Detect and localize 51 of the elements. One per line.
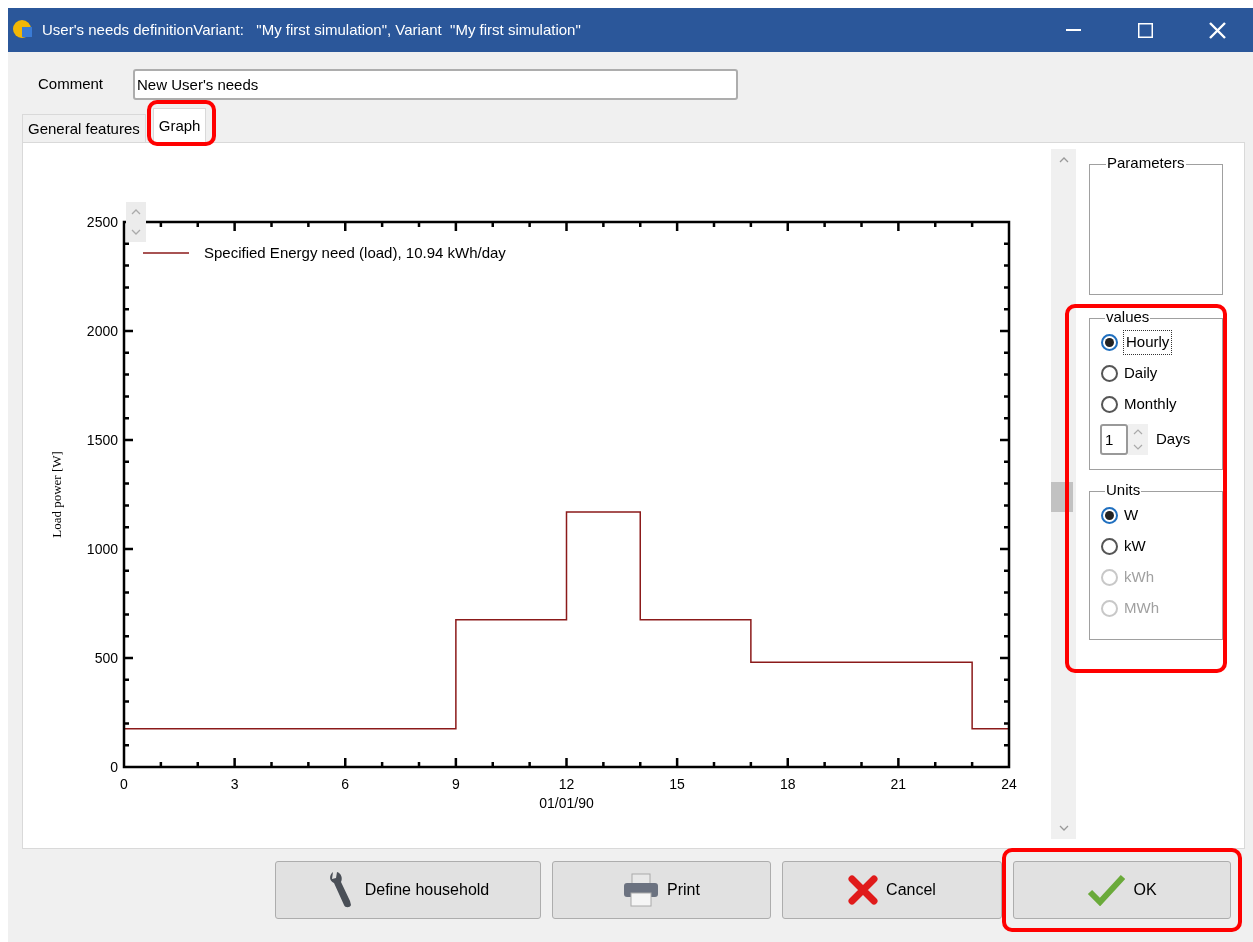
days-label: Days bbox=[1156, 429, 1191, 450]
spin-button[interactable] bbox=[1128, 424, 1148, 455]
x-tick-label: 24 bbox=[1001, 776, 1017, 792]
radio-button[interactable] bbox=[1101, 538, 1118, 555]
comment-label: Comment bbox=[38, 73, 104, 94]
x-tick-label: 18 bbox=[779, 776, 796, 792]
scroll-up-icon bbox=[1057, 155, 1070, 165]
scrollbar[interactable] bbox=[1051, 149, 1076, 839]
x-tick-label: 21 bbox=[890, 776, 907, 792]
scroll-down-icon bbox=[1057, 823, 1070, 833]
radio-label[interactable]: Hourly bbox=[1124, 331, 1172, 354]
radio-button[interactable] bbox=[1101, 396, 1118, 413]
radio-label[interactable]: Monthly bbox=[1124, 393, 1177, 416]
y-tick-label: 0 bbox=[110, 759, 118, 775]
y-tick-label: 1500 bbox=[86, 432, 118, 448]
dialog-button[interactable]: Print bbox=[552, 861, 771, 919]
close-icon bbox=[1208, 21, 1226, 39]
radio-button[interactable] bbox=[1101, 334, 1118, 351]
x-tick-label: 3 bbox=[230, 776, 239, 792]
legend-line bbox=[142, 252, 190, 254]
dialog-button[interactable]: Cancel bbox=[782, 861, 1002, 919]
app-logo-icon bbox=[12, 19, 34, 41]
x-tick-label: 15 bbox=[669, 776, 685, 792]
y-tick-label: 1000 bbox=[86, 541, 118, 557]
printer-icon bbox=[623, 873, 660, 907]
tab[interactable]: General features bbox=[22, 114, 146, 142]
maximize-icon bbox=[1137, 22, 1153, 38]
x-tick-label: 0 bbox=[120, 776, 128, 792]
radio-label[interactable]: kW bbox=[1124, 535, 1146, 558]
x-tick-label: 12 bbox=[558, 776, 575, 792]
days-field[interactable]: 1 bbox=[1100, 424, 1128, 455]
radio-label[interactable]: Daily bbox=[1124, 362, 1158, 385]
dialog-button[interactable]: OK bbox=[1013, 861, 1231, 919]
x-tick-label: 9 bbox=[452, 776, 460, 792]
legend-label: Specified Energy need (load), 10.94 kWh/day bbox=[204, 244, 506, 261]
radio-label[interactable]: W bbox=[1124, 504, 1139, 527]
x-tick-label: 6 bbox=[341, 776, 350, 792]
y-tick-label: 500 bbox=[94, 650, 118, 666]
y-tick-label: 2000 bbox=[86, 323, 118, 339]
y-tick-label: 2500 bbox=[86, 214, 118, 230]
minimize-icon bbox=[1065, 29, 1081, 31]
comment-field[interactable]: New User's needs bbox=[133, 68, 739, 100]
radio-button[interactable] bbox=[1101, 365, 1118, 382]
dialog-button[interactable]: Define household bbox=[275, 861, 541, 919]
y-axis-title: Load power [W] bbox=[49, 451, 64, 538]
x-axis-title: 01/01/90 bbox=[539, 795, 594, 811]
tab[interactable]: Graph bbox=[152, 108, 207, 142]
checkmark-icon bbox=[1087, 874, 1126, 906]
window-title: User's needs definitionVariant: "My first simulation", Variant "My first simulation" bbox=[42, 19, 581, 40]
radio-button[interactable] bbox=[1101, 507, 1118, 524]
cross-icon bbox=[848, 875, 879, 905]
